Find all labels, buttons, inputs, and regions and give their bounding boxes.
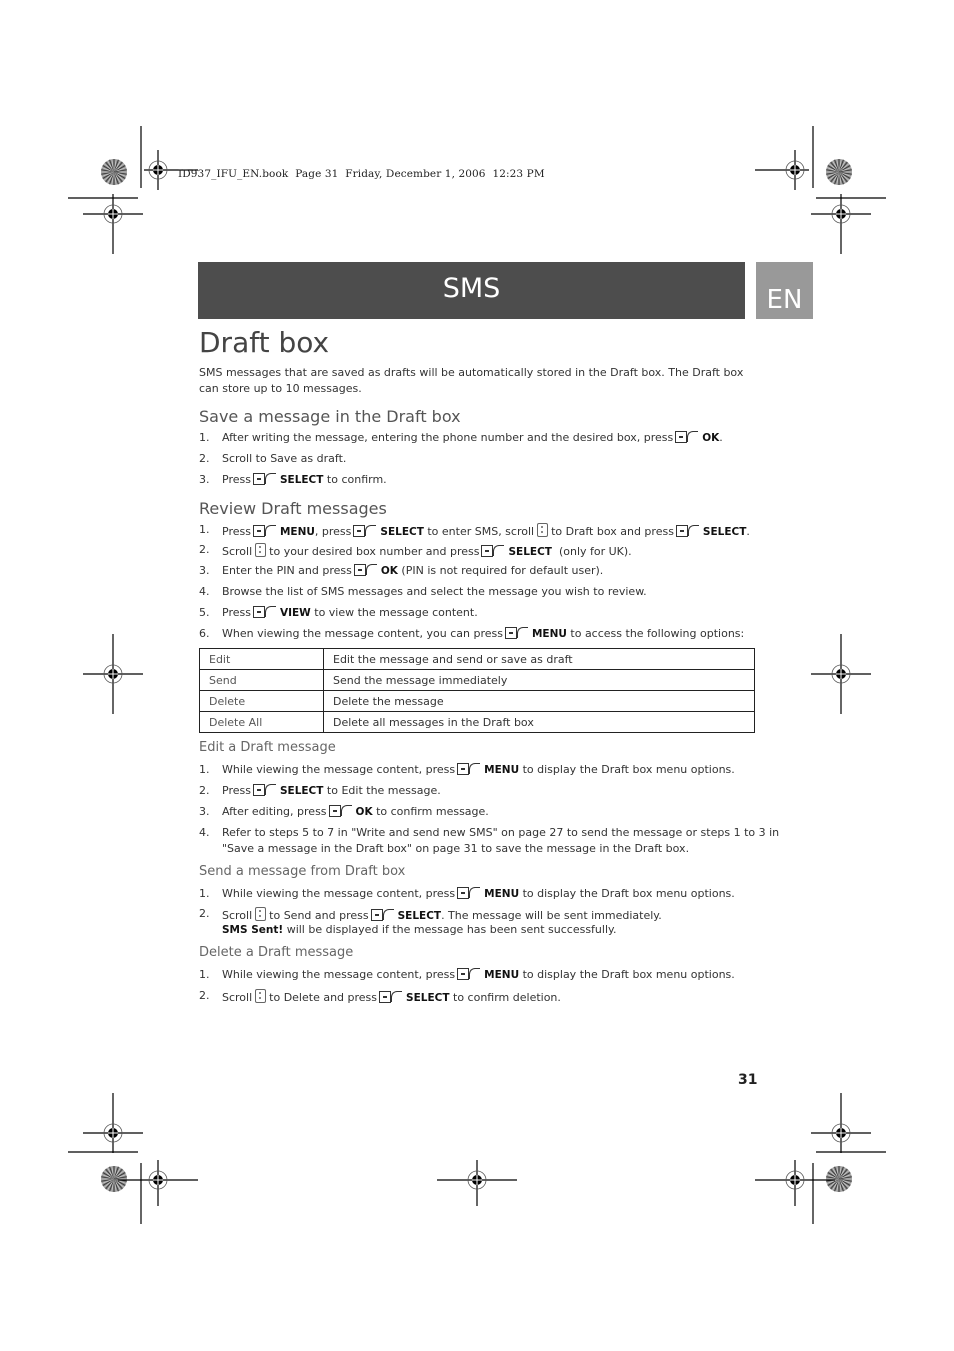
crosshair-mark-icon bbox=[755, 150, 809, 190]
scroll-key-icon bbox=[255, 907, 267, 921]
table-row: Delete All Delete all messages in the Dra… bbox=[199, 711, 755, 733]
language-tab: EN bbox=[756, 262, 813, 319]
crosshair-mark-icon bbox=[83, 194, 143, 254]
softkey-icon bbox=[379, 991, 404, 1003]
softkey-icon bbox=[353, 564, 379, 576]
crosshair-mark-icon bbox=[811, 194, 871, 254]
heading-save-draft: Save a message in the Draft box bbox=[199, 407, 461, 426]
softkey-icon bbox=[457, 763, 482, 775]
softkey-icon bbox=[675, 431, 700, 443]
softkey-icon bbox=[504, 627, 530, 639]
section-banner: SMS bbox=[198, 262, 745, 319]
softkey-icon bbox=[328, 805, 354, 817]
page-number: 31 bbox=[738, 1072, 758, 1088]
heading-review-drafts: Review Draft messages bbox=[199, 499, 387, 518]
intro-paragraph: SMS messages that are saved as drafts wi… bbox=[199, 366, 744, 395]
heading-edit-draft: Edit a Draft message bbox=[199, 740, 336, 755]
table-row: Send Send the message immediately bbox=[199, 669, 755, 691]
softkey-icon bbox=[675, 525, 701, 537]
color-bar-starburst-icon bbox=[826, 1166, 852, 1192]
crosshair-mark-icon bbox=[83, 1093, 143, 1153]
softkey-icon bbox=[481, 545, 506, 557]
crosshair-mark-icon bbox=[811, 634, 871, 714]
list-item-continued: SMS Sent! will be displayed if the messa… bbox=[222, 923, 617, 936]
options-table: Edit Edit the message and send or save as… bbox=[199, 648, 755, 733]
softkey-icon bbox=[457, 968, 482, 980]
crosshair-mark-icon bbox=[811, 1093, 871, 1153]
scroll-key-icon bbox=[537, 523, 549, 537]
heading-delete-draft: Delete a Draft message bbox=[199, 945, 354, 960]
softkey-icon bbox=[252, 473, 278, 485]
softkey-icon bbox=[457, 887, 482, 899]
crosshair-mark-icon bbox=[437, 1160, 517, 1206]
softkey-icon bbox=[370, 909, 396, 921]
table-row: Delete Delete the message bbox=[199, 690, 755, 712]
crosshair-mark-icon bbox=[83, 634, 143, 714]
color-bar-starburst-icon bbox=[101, 1166, 127, 1192]
color-bar-starburst-icon bbox=[101, 159, 127, 185]
softkey-icon bbox=[353, 525, 378, 537]
scroll-key-icon bbox=[255, 989, 267, 1003]
softkey-icon bbox=[252, 784, 278, 796]
crosshair-mark-icon bbox=[118, 1160, 198, 1206]
table-row: Edit Edit the message and send or save as… bbox=[199, 648, 755, 670]
list-item-continued: "Save a message in the Draft box" on pag… bbox=[222, 842, 690, 855]
file-slug-line: ID937_IFU_EN.book Page 31 Friday, Decemb… bbox=[178, 168, 545, 180]
scroll-key-icon bbox=[255, 543, 267, 557]
page-title: Draft box bbox=[199, 326, 330, 359]
softkey-icon bbox=[252, 606, 278, 618]
crosshair-mark-icon bbox=[755, 1160, 835, 1206]
heading-send-draft: Send a message from Draft box bbox=[199, 864, 406, 879]
softkey-icon bbox=[252, 525, 278, 537]
color-bar-starburst-icon bbox=[826, 159, 852, 185]
